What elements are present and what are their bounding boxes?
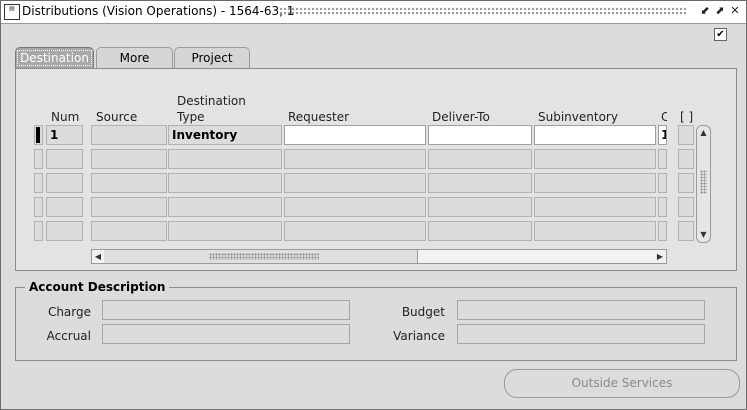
deliver-to-cell[interactable]	[428, 197, 532, 217]
source-cell[interactable]	[91, 173, 167, 193]
subinventory-cell[interactable]	[534, 149, 656, 169]
row-indicator[interactable]	[34, 173, 43, 193]
cut-cell[interactable]	[658, 197, 667, 217]
row-indicator-current[interactable]	[34, 125, 43, 145]
tab-more[interactable]: More	[96, 47, 173, 68]
row-indicator[interactable]	[34, 221, 43, 241]
source-cell[interactable]	[91, 125, 167, 145]
row-indicator[interactable]	[34, 197, 43, 217]
subinventory-cell[interactable]	[534, 173, 656, 193]
horizontal-scrollbar[interactable]: ◀ ▶	[91, 249, 667, 264]
scroll-thumb-grip	[209, 253, 319, 260]
scroll-grip[interactable]	[700, 170, 707, 194]
budget-field[interactable]	[457, 300, 705, 320]
maximize-icon[interactable]: ⬈	[713, 4, 727, 18]
num-cell[interactable]	[46, 197, 83, 217]
deliver-to-cell[interactable]	[428, 125, 532, 145]
col-header-cut: C	[661, 110, 667, 124]
deliver-to-cell[interactable]	[428, 149, 532, 169]
num-cell[interactable]: 1	[46, 125, 83, 145]
flex-cell[interactable]	[678, 221, 694, 241]
destination-type-cell[interactable]: Inventory	[168, 125, 282, 145]
cut-cell[interactable]	[658, 221, 667, 241]
col-header-source: Source	[96, 110, 138, 124]
scroll-down-icon[interactable]: ▼	[697, 229, 710, 241]
subinventory-cell[interactable]	[534, 125, 656, 145]
corner-checkbox[interactable]: ✔	[714, 28, 727, 41]
account-description-title: Account Description	[25, 280, 170, 294]
current-record-marker	[36, 127, 40, 143]
cut-cell[interactable]	[658, 173, 667, 193]
source-cell[interactable]	[91, 149, 167, 169]
vertical-scrollbar[interactable]: ▲ ▼	[696, 125, 711, 243]
num-cell[interactable]	[46, 221, 83, 241]
accrual-field[interactable]	[102, 324, 350, 344]
col-header-destination-type-line1: Destination	[177, 94, 246, 108]
deliver-to-cell[interactable]	[428, 173, 532, 193]
col-header-num: Num	[51, 110, 80, 124]
tab-project[interactable]: Project	[174, 47, 250, 68]
destination-type-cell[interactable]	[168, 173, 282, 193]
flex-cell[interactable]	[678, 173, 694, 193]
variance-label: Variance	[393, 329, 445, 343]
source-cell[interactable]	[91, 197, 167, 217]
num-cell[interactable]	[46, 149, 83, 169]
flex-field-header[interactable]: [ ]	[680, 110, 693, 124]
charge-field[interactable]	[102, 300, 350, 320]
flex-cell[interactable]	[678, 197, 694, 217]
cut-cell[interactable]: 1	[658, 125, 667, 145]
close-icon[interactable]: ✕	[728, 4, 742, 18]
horizontal-scroll-thumb[interactable]	[104, 250, 418, 263]
row-indicator[interactable]	[34, 149, 43, 169]
destination-type-cell[interactable]	[168, 221, 282, 241]
col-header-requester: Requester	[288, 110, 350, 124]
outside-services-button[interactable]: Outside Services	[504, 369, 740, 398]
distributions-window: ▤ Distributions (Vision Operations) - 15…	[0, 0, 747, 410]
col-header-subinventory: Subinventory	[538, 110, 618, 124]
tab-destination-label: Destination	[17, 50, 92, 66]
subinventory-cell[interactable]	[534, 221, 656, 241]
minimize-icon[interactable]: ⬋	[698, 4, 712, 18]
requester-cell[interactable]	[284, 149, 426, 169]
title-bar[interactable]: ▤ Distributions (Vision Operations) - 15…	[1, 1, 746, 24]
col-header-destination-type-line2: Type	[177, 110, 205, 124]
requester-cell[interactable]	[284, 125, 426, 145]
scroll-left-icon[interactable]: ◀	[92, 250, 104, 263]
destination-type-cell[interactable]	[168, 197, 282, 217]
window-title: Distributions (Vision Operations) - 1564…	[22, 4, 295, 18]
requester-cell[interactable]	[284, 173, 426, 193]
variance-field[interactable]	[457, 324, 705, 344]
deliver-to-cell[interactable]	[428, 221, 532, 241]
subinventory-cell[interactable]	[534, 197, 656, 217]
source-cell[interactable]	[91, 221, 167, 241]
budget-label: Budget	[401, 305, 445, 319]
requester-cell[interactable]	[284, 221, 426, 241]
flex-cell[interactable]	[678, 149, 694, 169]
accrual-label: Accrual	[46, 329, 91, 343]
charge-label: Charge	[47, 305, 91, 319]
col-header-deliver-to: Deliver-To	[432, 110, 490, 124]
requester-cell[interactable]	[284, 197, 426, 217]
scroll-up-icon[interactable]: ▲	[697, 127, 710, 139]
tab-destination[interactable]: Destination	[15, 47, 94, 68]
scroll-right-icon[interactable]: ▶	[654, 250, 666, 263]
flex-cell[interactable]	[678, 125, 694, 145]
cut-cell[interactable]	[658, 149, 667, 169]
num-cell[interactable]	[46, 173, 83, 193]
title-bar-grip	[279, 7, 687, 16]
destination-type-cell[interactable]	[168, 149, 282, 169]
oracle-app-icon: ▤	[4, 4, 20, 20]
